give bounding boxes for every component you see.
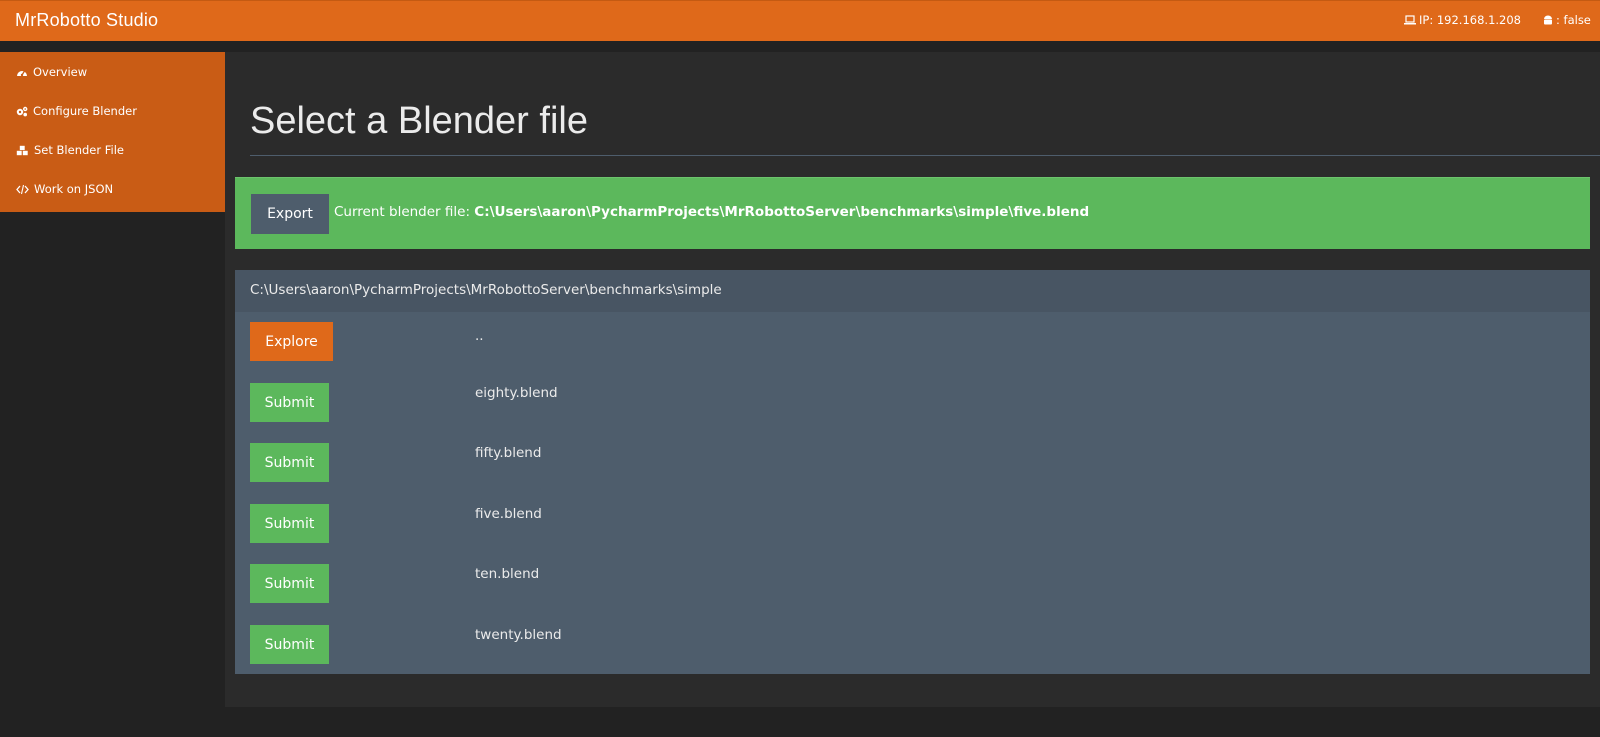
current-file-path: C:\Users\aaron\PycharmProjects\MrRobotto…: [474, 204, 1090, 220]
dashboard-icon: [17, 70, 27, 76]
title-divider: [250, 155, 1600, 156]
laptop-icon: [1404, 15, 1416, 25]
file-name: five.blend: [475, 506, 542, 522]
android-label: : false: [1556, 13, 1591, 27]
submit-button[interactable]: Submit: [250, 443, 329, 482]
app-brand[interactable]: MrRobotto Studio: [15, 10, 158, 31]
file-name: twenty.blend: [475, 627, 562, 643]
android-icon: [1544, 15, 1552, 24]
ip-label: IP: 192.168.1.208: [1419, 13, 1521, 27]
submit-button[interactable]: Submit: [250, 564, 329, 603]
submit-button[interactable]: Submit: [250, 383, 329, 422]
top-navbar: MrRobotto Studio IP: 192.168.1.208 : fal…: [0, 0, 1600, 41]
file-name: fifty.blend: [475, 445, 542, 461]
sidebar-item-label: Overview: [33, 65, 88, 79]
sidebar-item-set-blender-file[interactable]: Set Blender File: [16, 140, 124, 160]
cogs-icon: [16, 106, 28, 116]
file-name: eighty.blend: [475, 385, 558, 401]
android-status: : false: [1543, 13, 1591, 27]
file-browser-heading: C:\Users\aaron\PycharmProjects\MrRobotto…: [235, 270, 1590, 312]
file-name: ten.blend: [475, 566, 540, 582]
submit-button[interactable]: Submit: [250, 625, 329, 664]
current-file-text: Current blender file: C:\Users\aaron\Pyc…: [334, 204, 1089, 220]
sidebar-item-work-on-json[interactable]: Work on JSON: [16, 179, 113, 199]
current-directory-path: C:\Users\aaron\PycharmProjects\MrRobotto…: [250, 282, 722, 298]
page-title: Select a Blender file: [250, 100, 588, 142]
sidebar-item-overview[interactable]: Overview: [16, 62, 87, 82]
sidebar-item-label: Configure Blender: [33, 104, 137, 118]
sidebar-item-label: Work on JSON: [34, 182, 114, 196]
file-browser-panel: C:\Users\aaron\PycharmProjects\MrRobotto…: [235, 270, 1590, 674]
export-button[interactable]: Export: [251, 194, 329, 234]
submit-button[interactable]: Submit: [250, 504, 329, 543]
main-content: Select a Blender file Export Current ble…: [225, 52, 1600, 707]
sidebar: Overview Configure Blender Set Blender F…: [0, 52, 225, 212]
current-file-alert: Export Current blender file: C:\Users\aa…: [235, 177, 1590, 249]
ip-indicator: IP: 192.168.1.208: [1404, 13, 1521, 27]
sidebar-item-configure-blender[interactable]: Configure Blender: [16, 101, 137, 121]
cubes-icon: [16, 144, 29, 156]
explore-button[interactable]: Explore: [250, 322, 333, 361]
code-icon: [16, 184, 29, 194]
current-file-prefix: Current blender file:: [334, 204, 475, 220]
sidebar-item-label: Set Blender File: [34, 143, 124, 157]
file-name: ..: [475, 328, 484, 344]
